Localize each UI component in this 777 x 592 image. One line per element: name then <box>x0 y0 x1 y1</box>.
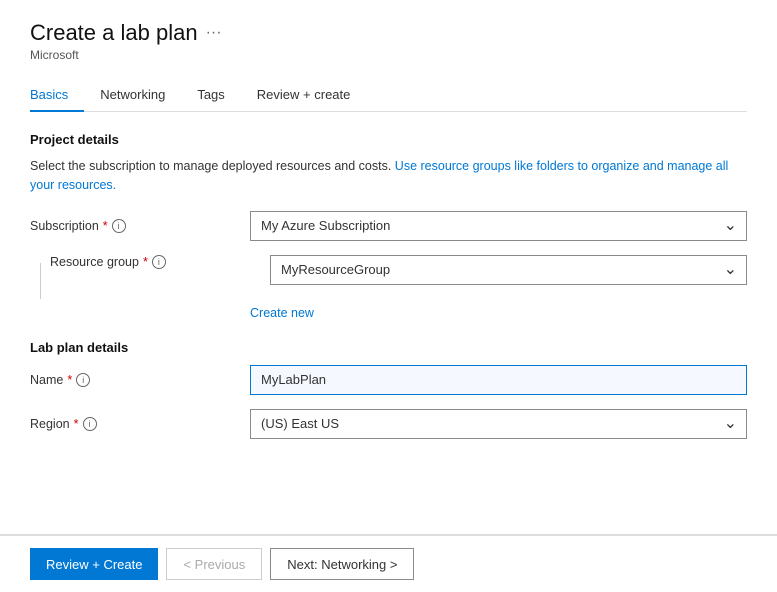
resource-group-info-icon[interactable]: i <box>152 255 166 269</box>
page-title: Create a lab plan <box>30 20 198 46</box>
project-details-title: Project details <box>30 132 747 147</box>
region-info-icon[interactable]: i <box>83 417 97 431</box>
tab-review-create[interactable]: Review + create <box>257 79 367 112</box>
name-row: Name * i <box>30 365 747 395</box>
subscription-label: Subscription * i <box>30 219 250 233</box>
previous-button[interactable]: < Previous <box>166 548 262 580</box>
name-label: Name * i <box>30 373 250 387</box>
project-description: Select the subscription to manage deploy… <box>30 157 747 195</box>
region-control: (US) East US <box>250 409 747 439</box>
resource-group-control: MyResourceGroup <box>270 255 747 285</box>
create-new-link[interactable]: Create new <box>250 306 314 320</box>
ellipsis-menu-icon[interactable]: ··· <box>206 24 222 42</box>
subscription-info-icon[interactable]: i <box>112 219 126 233</box>
region-select[interactable]: (US) East US <box>250 409 747 439</box>
resource-group-select[interactable]: MyResourceGroup <box>270 255 747 285</box>
review-create-button[interactable]: Review + Create <box>30 548 158 580</box>
next-button[interactable]: Next: Networking > <box>270 548 414 580</box>
name-input[interactable] <box>250 365 747 395</box>
subscription-row: Subscription * i My Azure Subscription <box>30 211 747 241</box>
subscription-select[interactable]: My Azure Subscription <box>250 211 747 241</box>
footer: Review + Create < Previous Next: Network… <box>0 535 777 592</box>
page-subtitle: Microsoft <box>30 48 747 62</box>
tab-bar: Basics Networking Tags Review + create <box>30 78 747 112</box>
tab-networking[interactable]: Networking <box>100 79 181 112</box>
name-info-icon[interactable]: i <box>76 373 90 387</box>
region-label: Region * i <box>30 417 250 431</box>
region-row: Region * i (US) East US <box>30 409 747 439</box>
lab-plan-details-title: Lab plan details <box>30 340 747 355</box>
resource-group-label: Resource group * i <box>50 255 270 269</box>
resource-group-row: Resource group * i MyResourceGroup <box>30 255 747 299</box>
subscription-control: My Azure Subscription <box>250 211 747 241</box>
tab-tags[interactable]: Tags <box>197 79 240 112</box>
indent-line <box>30 255 50 299</box>
name-control <box>250 365 747 395</box>
tab-basics[interactable]: Basics <box>30 79 84 112</box>
